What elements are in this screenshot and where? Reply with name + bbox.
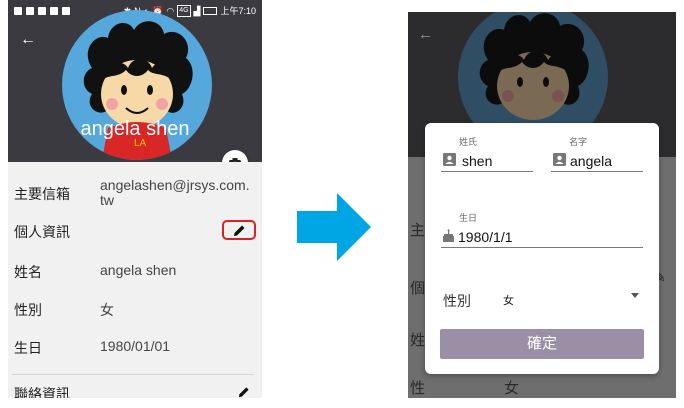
status-time: 上午7:10 [220, 6, 256, 16]
back-arrow-icon: ← [418, 26, 433, 43]
message-icon [14, 7, 22, 15]
edit-personal-info-button[interactable] [222, 220, 256, 240]
first-name-underline [551, 171, 643, 172]
ghost-label: 女 [504, 380, 520, 397]
ghost-label: 性 [410, 380, 426, 397]
profile-name: angela shen [80, 118, 190, 140]
battery-small-icon [26, 7, 34, 15]
contact-info-label: 聯絡資訊 [14, 386, 70, 398]
ghost-label: 姓 [410, 332, 426, 349]
name-label: 姓名 [14, 264, 42, 280]
facebook-icon [38, 7, 46, 15]
first-name-input[interactable]: angela [570, 153, 612, 169]
birthday-label: 生日 [14, 340, 42, 356]
transition-arrow-icon [297, 193, 371, 261]
first-name-caption: 名字 [569, 137, 588, 147]
last-name-underline [441, 171, 533, 172]
pencil-icon [233, 225, 244, 236]
ghost-label: 個 [410, 280, 426, 297]
gender-value: 女 [100, 302, 114, 318]
gender-selected-value: 女 [503, 295, 514, 307]
edit-personal-info-dialog: 姓氏 shen 名字 angela 生日 1980/1/1 性別 女 確定 [425, 123, 659, 374]
profile-header: LA ← angela shen [8, 10, 262, 162]
personal-info-label: 個人資訊 [14, 224, 70, 240]
calendar-icon [62, 7, 70, 15]
last-name-caption: 姓氏 [459, 137, 478, 147]
wifi-icon: ◠ [166, 6, 175, 16]
signal-icon: ▟ [193, 6, 201, 16]
facebook-icon [50, 7, 58, 15]
name-value: angela shen [100, 262, 177, 278]
person-icon [443, 153, 456, 166]
right-phone-screen: ← 主 個 姓 性 女 ✎ 姓氏 shen 名字 angela 生日 1980/… [408, 12, 676, 398]
profile-info-panel: 主要信箱 angelashen@jrsys.com.tw 個人資訊 姓名 ang… [8, 162, 262, 398]
last-name-input[interactable]: shen [462, 153, 492, 169]
gender-select[interactable]: 女 [495, 287, 643, 311]
birthday-input[interactable]: 1980/1/1 [458, 229, 513, 245]
ghost-label: 主 [410, 222, 426, 239]
left-phone-screen: ✱ N ◐ ⏰ ◠ 4G ▟ 上午7:10 [8, 0, 262, 398]
gender-field-label: 性別 [443, 293, 471, 309]
back-arrow-icon[interactable]: ← [20, 32, 36, 48]
cake-icon [443, 229, 454, 242]
battery-icon [203, 7, 218, 15]
person-icon [553, 153, 566, 166]
email-label: 主要信箱 [14, 186, 70, 202]
birthday-value: 1980/01/01 [100, 338, 171, 354]
confirm-button[interactable]: 確定 [440, 329, 644, 359]
dropdown-arrow-icon [631, 293, 639, 298]
birthday-caption: 生日 [459, 213, 478, 223]
notification-icons [14, 7, 70, 15]
pencil-icon[interactable] [238, 386, 250, 398]
divider [12, 374, 254, 375]
gender-label: 性別 [14, 302, 42, 318]
email-value: angelashen@jrsys.com.tw [100, 177, 250, 208]
network-type: 4G [177, 5, 191, 17]
birthday-underline [441, 247, 643, 248]
